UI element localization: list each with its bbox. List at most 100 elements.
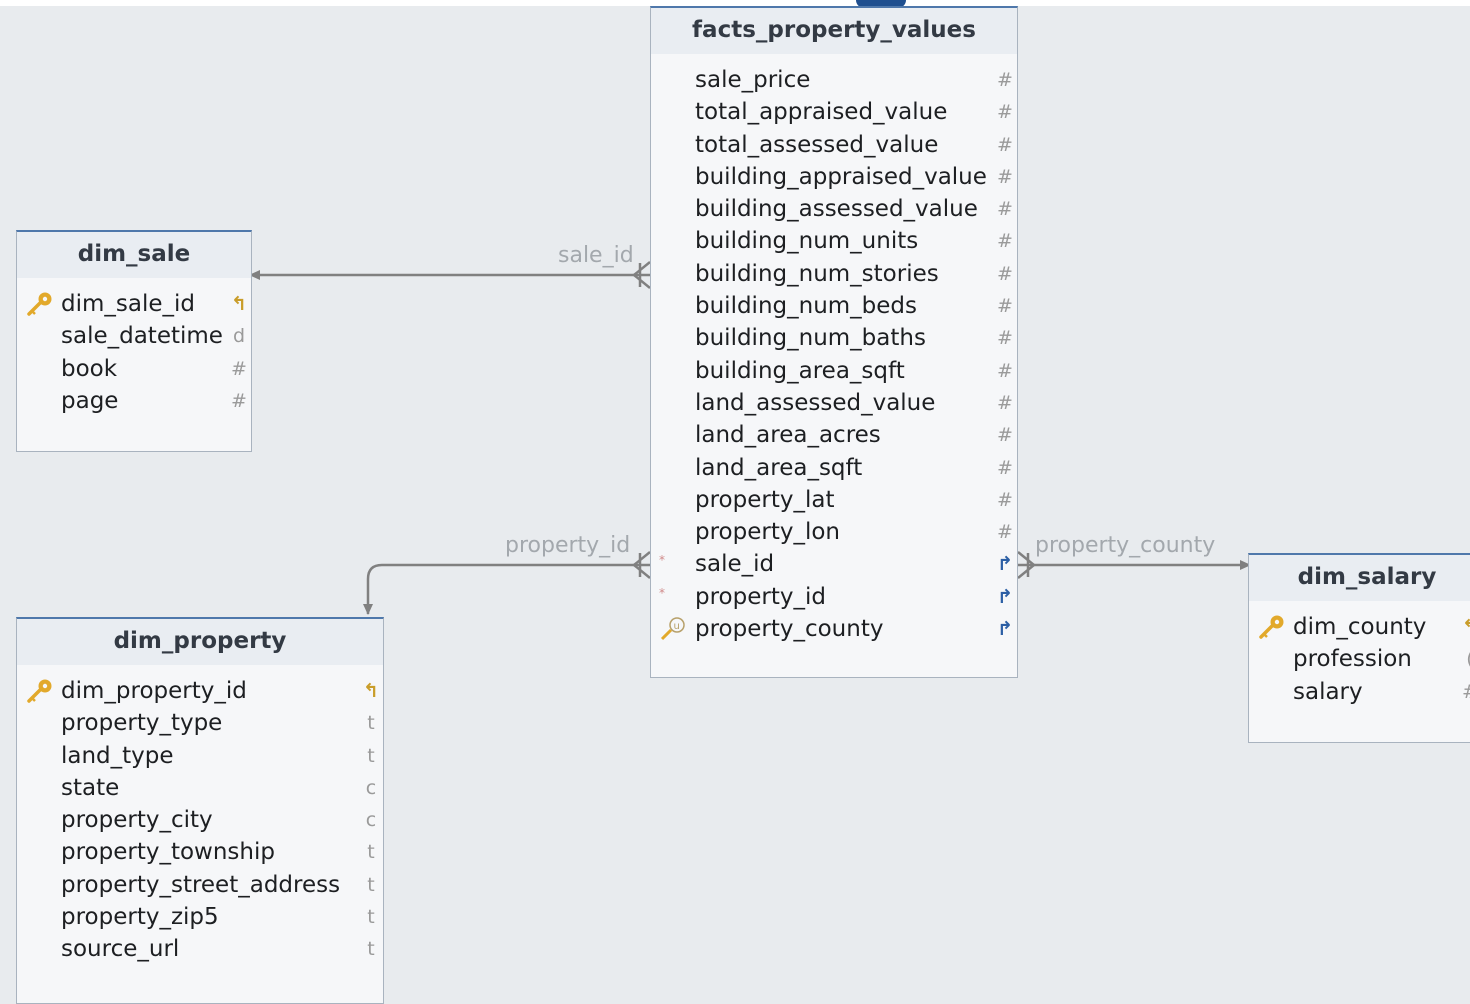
field-name: sale_id [695, 551, 775, 578]
field-type-text-icon: t [367, 938, 375, 961]
field-type-number-icon: # [997, 359, 1013, 382]
field-row[interactable]: property_zip5 t [17, 901, 383, 933]
field-type-number-icon: # [997, 133, 1013, 156]
field-type-number-icon: # [997, 101, 1013, 124]
entity-dim-property[interactable]: dim_property dim_property_id ↰ property_t… [16, 617, 384, 1004]
field-name: salary [1293, 678, 1363, 705]
field-type-number-icon: # [997, 230, 1013, 253]
entity-title: dim_property [17, 619, 383, 665]
pk-arrow-icon: ↰ [1462, 611, 1470, 643]
field-type-number-icon: # [997, 69, 1013, 91]
field-row[interactable]: property_township t [17, 836, 383, 868]
key-icon [1255, 613, 1285, 641]
entity-dim-salary[interactable]: dim_salary dim_county ↰ profession ( salar… [1248, 553, 1470, 743]
field-name: property_lon [695, 519, 840, 546]
field-name: property_type [61, 710, 223, 737]
field-type-number-icon: # [997, 262, 1013, 285]
field-name: land_assessed_value [695, 389, 936, 416]
diagram-canvas: sale_id property_id property_county fact… [0, 0, 1470, 1004]
entity-dim-sale[interactable]: dim_sale dim_sale_id ↰ sale_datetime d boo… [16, 230, 252, 452]
field-name: dim_sale_id [61, 291, 196, 317]
field-type-number-icon: # [231, 389, 247, 412]
field-name: total_assessed_value [695, 131, 939, 158]
field-name: land_type [61, 742, 174, 769]
relationship-label-property: property_id [505, 533, 631, 558]
field-row[interactable]: state c [17, 772, 383, 804]
field-row[interactable]: sale_datetime d [17, 320, 251, 352]
field-row[interactable]: * sale_id ↱ [651, 548, 1017, 580]
field-name: property_county [695, 616, 884, 643]
field-row[interactable]: total_appraised_value # [651, 96, 1017, 128]
field-row[interactable]: building_num_stories # [651, 258, 1017, 290]
field-row[interactable]: u property_county ↱ [651, 613, 1017, 645]
field-type-text-icon: t [367, 873, 375, 896]
field-type-number-icon: # [231, 357, 247, 380]
field-type-number-icon: # [997, 488, 1013, 511]
field-name: book [61, 355, 118, 382]
field-row[interactable]: sale_price # [651, 64, 1017, 96]
field-row[interactable]: land_area_sqft # [651, 452, 1017, 484]
field-name: land_area_sqft [695, 454, 863, 481]
field-row[interactable]: property_street_address t [17, 869, 383, 901]
field-row[interactable]: building_num_units # [651, 225, 1017, 257]
relationship-line-property[interactable] [363, 551, 651, 615]
fk-arrow-icon: ↱ [997, 585, 1013, 608]
field-row[interactable]: dim_sale_id ↰ [17, 288, 251, 320]
entity-title: facts_property_values [651, 8, 1017, 54]
svg-text:*: * [659, 553, 665, 567]
field-row[interactable]: salary # [1249, 676, 1470, 708]
field-row[interactable]: land_area_acres # [651, 419, 1017, 451]
not-null-mark-icon: * [657, 550, 687, 578]
field-name: total_appraised_value [695, 99, 948, 126]
field-row[interactable]: total_assessed_value # [651, 129, 1017, 161]
field-row[interactable]: dim_property_id ↰ [17, 675, 383, 707]
pk-arrow-icon: ↰ [363, 680, 379, 702]
field-type-char-icon: c [365, 776, 377, 799]
field-row[interactable]: property_city c [17, 804, 383, 836]
field-name: property_lat [695, 486, 835, 513]
entity-title: dim_salary [1249, 555, 1470, 601]
field-row[interactable]: building_appraised_value # [651, 161, 1017, 193]
field-name: state [61, 774, 120, 801]
field-name: building_num_units [695, 228, 919, 255]
field-row[interactable]: source_url t [17, 933, 383, 965]
entity-facts-property-values[interactable]: facts_property_values sale_price # total_… [650, 6, 1018, 678]
field-row[interactable]: property_type t [17, 707, 383, 739]
field-name: building_num_baths [695, 325, 926, 352]
field-type-text-icon: t [367, 744, 375, 767]
field-row[interactable]: book # [17, 353, 251, 385]
key-icon [23, 290, 53, 318]
field-name: property_street_address [61, 871, 341, 898]
field-type-text-icon: t [367, 712, 375, 735]
field-row[interactable]: land_type t [17, 740, 383, 772]
field-row[interactable]: building_area_sqft # [651, 355, 1017, 387]
field-row[interactable]: property_lat # [651, 484, 1017, 516]
field-type-number-icon: # [997, 521, 1013, 544]
field-type-date-icon: d [232, 325, 246, 348]
field-name: sale_price [695, 67, 811, 93]
field-row[interactable]: building_assessed_value # [651, 193, 1017, 225]
field-row[interactable]: page # [17, 385, 251, 417]
field-row[interactable]: land_assessed_value # [651, 387, 1017, 419]
field-name: property_zip5 [61, 904, 219, 931]
field-row[interactable]: building_num_beds # [651, 290, 1017, 322]
field-row[interactable]: * property_id ↱ [651, 581, 1017, 613]
relationship-label-sale: sale_id [558, 243, 634, 268]
field-row[interactable]: building_num_baths # [651, 322, 1017, 354]
field-name: page [61, 387, 119, 414]
field-name: property_township [61, 839, 275, 866]
field-type-number-icon: # [997, 327, 1013, 350]
field-name: source_url [61, 936, 180, 963]
pk-arrow-icon: ↰ [231, 293, 247, 315]
field-type-number-icon: # [997, 424, 1013, 447]
field-name: dim_county [1293, 614, 1427, 640]
field-name: building_num_stories [695, 260, 939, 287]
field-row[interactable]: dim_county ↰ [1249, 611, 1470, 643]
field-row[interactable]: property_lon # [651, 516, 1017, 548]
field-row[interactable]: profession ( [1249, 643, 1470, 675]
field-type-icon: ( [1462, 643, 1470, 675]
field-list: dim_sale_id ↰ sale_datetime d book # page # [17, 278, 251, 417]
field-type-number-icon: # [997, 456, 1013, 479]
field-name: sale_datetime [61, 323, 223, 350]
field-name: land_area_acres [695, 422, 881, 449]
